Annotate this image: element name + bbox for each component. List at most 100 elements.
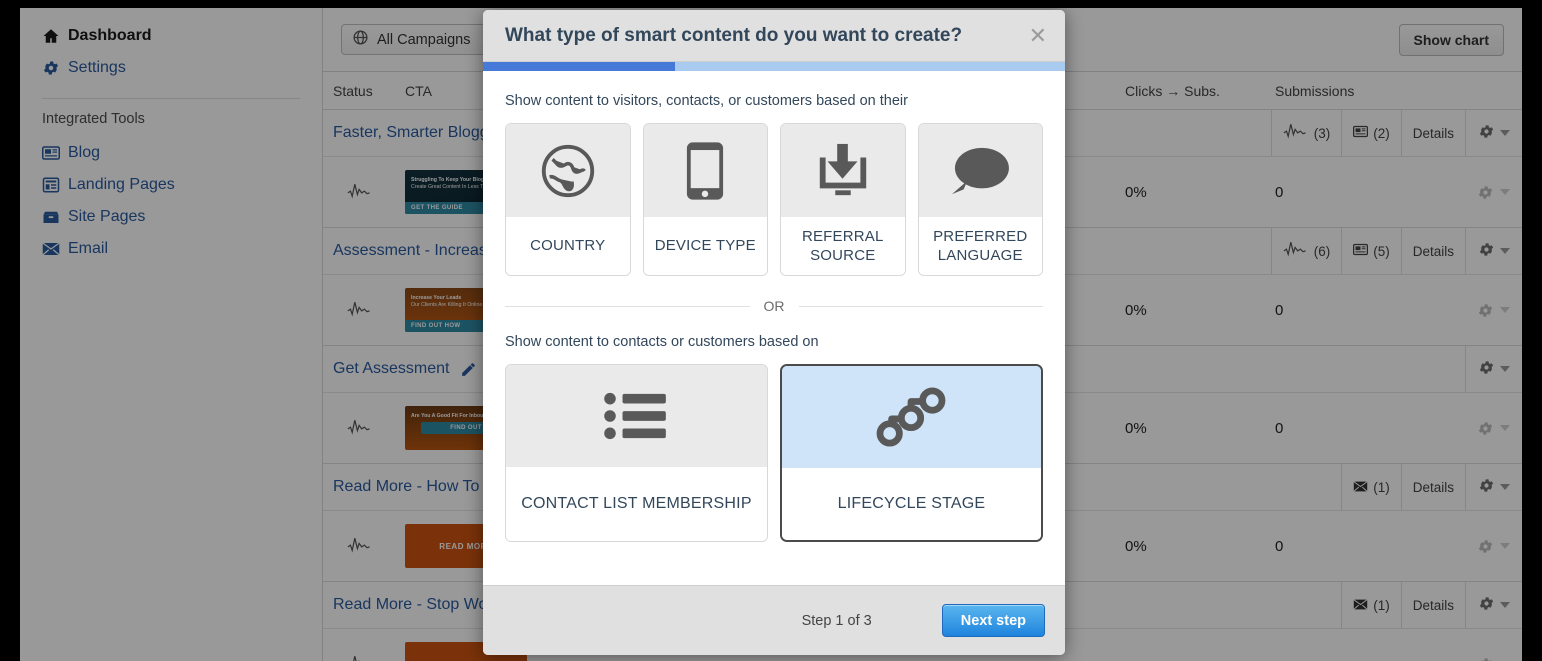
details-link[interactable]: Details bbox=[1400, 110, 1465, 156]
submissions-value: 0 bbox=[1275, 183, 1284, 201]
row-settings-menu[interactable] bbox=[1477, 656, 1510, 661]
option-card-country[interactable]: COUNTRY bbox=[505, 123, 631, 276]
chevron-down-icon bbox=[1500, 425, 1510, 431]
option-card-label: LIFECYCLE STAGE bbox=[781, 468, 1041, 540]
chevron-down-icon bbox=[1500, 307, 1510, 313]
row-settings-menu[interactable] bbox=[1465, 464, 1522, 510]
sidebar: Dashboard Settings Integrated Tools Blog bbox=[20, 8, 322, 661]
option-card-label: COUNTRY bbox=[506, 217, 630, 275]
or-divider: OR bbox=[505, 298, 1043, 314]
anonymous-section-label: Show content to visitors, contacts, or c… bbox=[505, 93, 908, 109]
step-indicator: Step 1 of 3 bbox=[801, 612, 872, 629]
status-sparkline bbox=[333, 300, 405, 320]
status-sparkline bbox=[333, 536, 405, 556]
cta-title-link[interactable]: Get Assessment bbox=[333, 360, 450, 378]
details-link[interactable]: Details bbox=[1400, 228, 1465, 274]
option-card-preferred-language[interactable]: PREFERRED LANGUAGE bbox=[917, 123, 1043, 276]
row-actions bbox=[1425, 302, 1522, 319]
close-icon[interactable]: ✕ bbox=[1029, 24, 1047, 47]
globe-icon bbox=[506, 124, 630, 217]
row-metric[interactable]: (3) bbox=[1270, 110, 1342, 156]
sidebar-item-label: Dashboard bbox=[68, 27, 152, 44]
blog-icon bbox=[1353, 125, 1369, 141]
smart-content-modal: What type of smart content do you want t… bbox=[483, 10, 1065, 655]
row-metric[interactable]: (1) bbox=[1341, 464, 1401, 510]
chevron-down-icon bbox=[1500, 248, 1510, 254]
gear-icon bbox=[42, 59, 68, 77]
row-settings-menu[interactable] bbox=[1465, 346, 1522, 392]
sparkline-icon bbox=[1283, 240, 1309, 263]
option-card-label: DEVICE TYPE bbox=[643, 217, 767, 275]
row-metric-count: (6) bbox=[1313, 243, 1331, 259]
row-settings-menu[interactable] bbox=[1477, 302, 1510, 319]
details-link[interactable]: Details bbox=[1400, 582, 1465, 628]
blog-icon bbox=[42, 145, 68, 161]
sparkline-icon bbox=[1283, 122, 1309, 145]
column-header-status: Status bbox=[333, 82, 373, 99]
cta-title-link[interactable]: Assessment - Increase bbox=[333, 242, 496, 260]
divider-line-right bbox=[798, 305, 1043, 307]
row-metric[interactable]: (6) bbox=[1270, 228, 1342, 274]
cta-title-link[interactable]: Read More - How To M bbox=[333, 478, 497, 496]
row-actions bbox=[1425, 538, 1522, 555]
submissions-value: 0 bbox=[1275, 301, 1284, 319]
row-settings-menu[interactable] bbox=[1465, 110, 1522, 156]
blog-icon bbox=[1353, 243, 1369, 259]
row-metric[interactable]: (2) bbox=[1341, 110, 1401, 156]
details-link[interactable]: Details bbox=[1400, 464, 1465, 510]
email-icon bbox=[1353, 598, 1368, 613]
sidebar-section-label: Integrated Tools bbox=[42, 111, 145, 127]
option-card-device-type[interactable]: DEVICE TYPE bbox=[642, 123, 768, 276]
gear-icon bbox=[1478, 123, 1495, 143]
app-window: Dashboard Settings Integrated Tools Blog bbox=[20, 8, 1522, 661]
submissions-value: 0 bbox=[1275, 537, 1284, 555]
sidebar-item-site-pages[interactable]: Site Pages bbox=[20, 201, 322, 233]
row-settings-menu[interactable] bbox=[1477, 184, 1510, 201]
status-sparkline bbox=[333, 182, 405, 202]
row-actions bbox=[1425, 656, 1522, 661]
row-settings-menu[interactable] bbox=[1477, 538, 1510, 555]
clicks-to-subs-value: 0% bbox=[1125, 537, 1147, 555]
sidebar-item-email[interactable]: Email bbox=[20, 233, 322, 265]
clicks-to-subs-value: 0% bbox=[1125, 419, 1147, 437]
cta-title-link[interactable]: Faster, Smarter Blogge bbox=[333, 124, 498, 142]
or-label: OR bbox=[763, 298, 785, 314]
mobile-device-icon bbox=[643, 124, 767, 217]
submissions-value: 0 bbox=[1275, 419, 1284, 437]
modal-body: Show content to visitors, contacts, or c… bbox=[483, 71, 1065, 585]
row-actions bbox=[1425, 420, 1522, 437]
chevron-down-icon bbox=[1500, 366, 1510, 372]
option-card-contact-list-membership[interactable]: CONTACT LIST MEMBERSHIP bbox=[505, 364, 768, 542]
option-card-label: REFERRAL SOURCE bbox=[781, 217, 905, 275]
row-settings-menu[interactable] bbox=[1465, 228, 1522, 274]
sidebar-item-label: Site Pages bbox=[68, 208, 146, 225]
show-chart-button[interactable]: Show chart bbox=[1398, 23, 1504, 56]
chevron-down-icon bbox=[1500, 602, 1510, 608]
option-card-lifecycle-stage[interactable]: LIFECYCLE STAGE bbox=[779, 364, 1043, 542]
option-card-referral-source[interactable]: REFERRAL SOURCE bbox=[780, 123, 906, 276]
sidebar-item-label: Landing Pages bbox=[68, 176, 175, 193]
row-settings-menu[interactable] bbox=[1465, 582, 1522, 628]
row-metric-count: (2) bbox=[1373, 125, 1390, 141]
email-icon bbox=[1353, 480, 1368, 495]
sidebar-item-dashboard[interactable]: Dashboard bbox=[20, 20, 322, 52]
modal-title: What type of smart content do you want t… bbox=[505, 24, 963, 46]
status-sparkline bbox=[333, 418, 405, 438]
edit-pencil-icon[interactable] bbox=[460, 361, 477, 378]
sidebar-item-blog[interactable]: Blog bbox=[20, 137, 322, 169]
lifecycle-graph-icon bbox=[781, 366, 1041, 468]
landing-pages-icon bbox=[42, 176, 68, 194]
globe-icon bbox=[352, 29, 369, 50]
row-settings-menu[interactable] bbox=[1477, 420, 1510, 437]
sidebar-item-settings[interactable]: Settings bbox=[20, 52, 322, 84]
chevron-down-icon bbox=[1500, 543, 1510, 549]
row-metric[interactable]: (5) bbox=[1341, 228, 1401, 274]
row-metric[interactable]: (1) bbox=[1341, 582, 1401, 628]
option-card-label: CONTACT LIST MEMBERSHIP bbox=[506, 467, 767, 541]
next-step-button[interactable]: Next step bbox=[941, 604, 1045, 637]
campaign-filter-value: All Campaigns bbox=[377, 31, 471, 48]
known-section-label: Show content to contacts or customers ba… bbox=[505, 334, 819, 350]
sidebar-item-landing-pages[interactable]: Landing Pages bbox=[20, 169, 322, 201]
cta-title-link[interactable]: Read More - Stop Worr bbox=[333, 596, 498, 614]
modal-footer: Step 1 of 3 Next step bbox=[483, 585, 1065, 655]
